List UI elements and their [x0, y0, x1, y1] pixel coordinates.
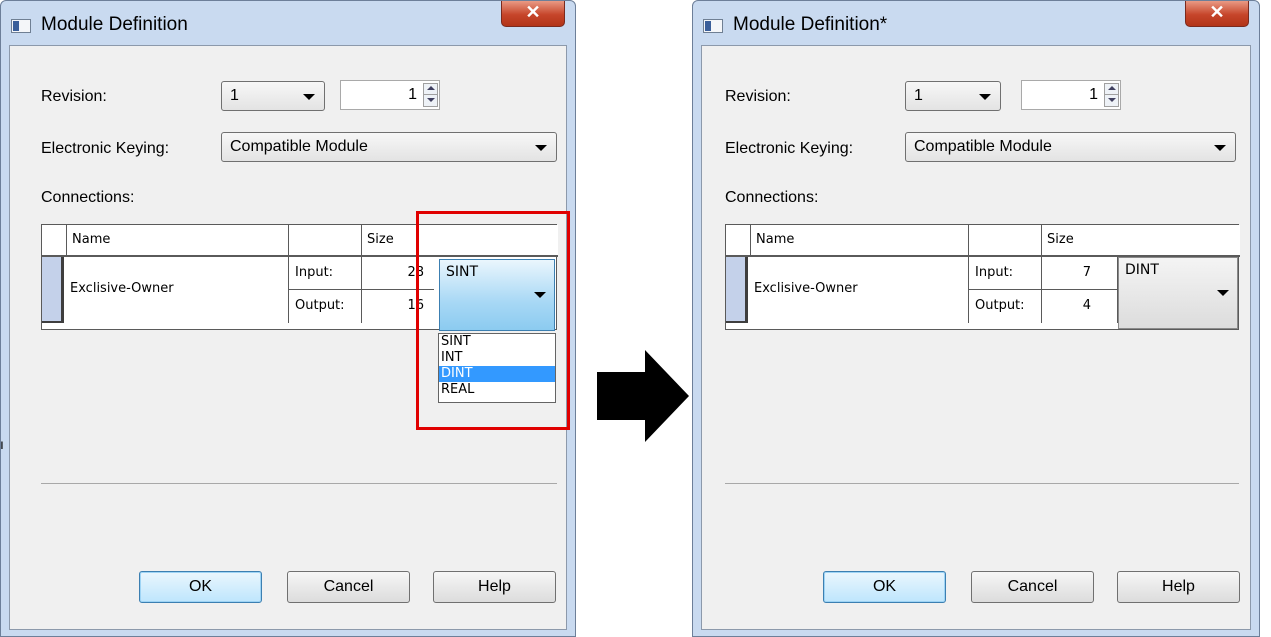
- dialog-client: Revision: 1 1 Electronic Keying: Compati…: [9, 45, 570, 630]
- input-label-cell: Input:: [969, 257, 1042, 290]
- close-button[interactable]: ✕: [1185, 1, 1249, 27]
- input-size-cell[interactable]: 7: [1042, 257, 1118, 290]
- table-row-name[interactable]: Exclisive-Owner: [67, 257, 289, 323]
- connections-grid: Name Size Exclisive-Owner Input: Output:…: [725, 224, 1240, 330]
- separator: [41, 483, 557, 484]
- electronic-keying-label: Electronic Keying:: [725, 140, 854, 157]
- revision-label: Revision:: [725, 88, 791, 105]
- spin-buttons[interactable]: [423, 83, 438, 107]
- module-definition-window-after: Module Definition* ✕ Revision: 1 1 Elect…: [692, 0, 1260, 637]
- grid-header-size: Size: [1042, 225, 1240, 257]
- revision-major-value: 1: [914, 87, 923, 104]
- highlight-box: [416, 211, 570, 430]
- output-label-cell: Output:: [969, 290, 1042, 323]
- window-icon: [703, 19, 723, 33]
- right-arrow-icon: [597, 350, 689, 442]
- window-icon: [11, 19, 31, 33]
- help-button[interactable]: Help: [1117, 571, 1240, 603]
- revision-minor-spinner[interactable]: 1: [340, 80, 440, 110]
- table-row-name[interactable]: Exclisive-Owner: [751, 257, 969, 323]
- spin-up-icon: [1108, 86, 1116, 90]
- row-selector[interactable]: [726, 257, 748, 323]
- grid-header-blank: [969, 225, 1042, 257]
- module-definition-window-before: Module Definition ✕ Revision: 1 1 Electr…: [0, 0, 576, 637]
- grid-corner: [42, 225, 67, 257]
- dropdown-arrow-icon: [979, 94, 991, 100]
- spin-down-icon: [1108, 98, 1116, 102]
- spin-down-icon: [427, 98, 435, 102]
- revision-minor-value: 1: [408, 86, 417, 103]
- data-type-value: DINT: [1125, 262, 1159, 278]
- revision-label: Revision:: [41, 88, 107, 105]
- input-label-cell: Input:: [289, 257, 362, 290]
- electronic-keying-label: Electronic Keying:: [41, 140, 170, 157]
- revision-minor-value: 1: [1089, 86, 1098, 103]
- dropdown-arrow-icon: [303, 94, 315, 100]
- revision-major-select[interactable]: 1: [221, 81, 325, 111]
- close-icon: ✕: [525, 2, 541, 22]
- edge-tick: ı: [0, 436, 4, 452]
- electronic-keying-value: Compatible Module: [230, 138, 368, 155]
- dialog-client: Revision: 1 1 Electronic Keying: Compati…: [701, 45, 1251, 630]
- cancel-button[interactable]: Cancel: [287, 571, 410, 603]
- dropdown-arrow-icon: [1217, 290, 1229, 296]
- title-bar: Module Definition ✕: [1, 1, 575, 45]
- spin-up-icon: [427, 86, 435, 90]
- electronic-keying-select[interactable]: Compatible Module: [221, 132, 557, 162]
- revision-minor-spinner[interactable]: 1: [1021, 80, 1121, 110]
- electronic-keying-select[interactable]: Compatible Module: [905, 132, 1236, 162]
- close-icon: ✕: [1209, 2, 1225, 22]
- spin-buttons[interactable]: [1104, 83, 1119, 107]
- title-bar: Module Definition* ✕: [693, 1, 1259, 45]
- row-selector[interactable]: [42, 257, 64, 323]
- revision-major-value: 1: [230, 87, 239, 104]
- dropdown-arrow-icon: [1214, 145, 1226, 151]
- electronic-keying-value: Compatible Module: [914, 138, 1052, 155]
- dropdown-arrow-icon: [535, 145, 547, 151]
- close-button[interactable]: ✕: [501, 1, 565, 27]
- grid-header-blank: [289, 225, 362, 257]
- ok-button[interactable]: OK: [139, 571, 262, 603]
- ok-button[interactable]: OK: [823, 571, 946, 603]
- output-size-cell[interactable]: 4: [1042, 290, 1118, 323]
- grid-header-name: Name: [67, 225, 289, 257]
- output-label-cell: Output:: [289, 290, 362, 323]
- revision-major-select[interactable]: 1: [905, 81, 1001, 111]
- grid-header-name: Name: [751, 225, 969, 257]
- window-title: Module Definition: [41, 14, 188, 35]
- cancel-button[interactable]: Cancel: [971, 571, 1094, 603]
- connections-label: Connections:: [41, 189, 135, 206]
- separator: [725, 483, 1239, 484]
- help-button[interactable]: Help: [433, 571, 556, 603]
- grid-corner: [726, 225, 751, 257]
- connections-label: Connections:: [725, 189, 819, 206]
- data-type-select[interactable]: DINT: [1118, 257, 1238, 329]
- window-title: Module Definition*: [733, 14, 888, 35]
